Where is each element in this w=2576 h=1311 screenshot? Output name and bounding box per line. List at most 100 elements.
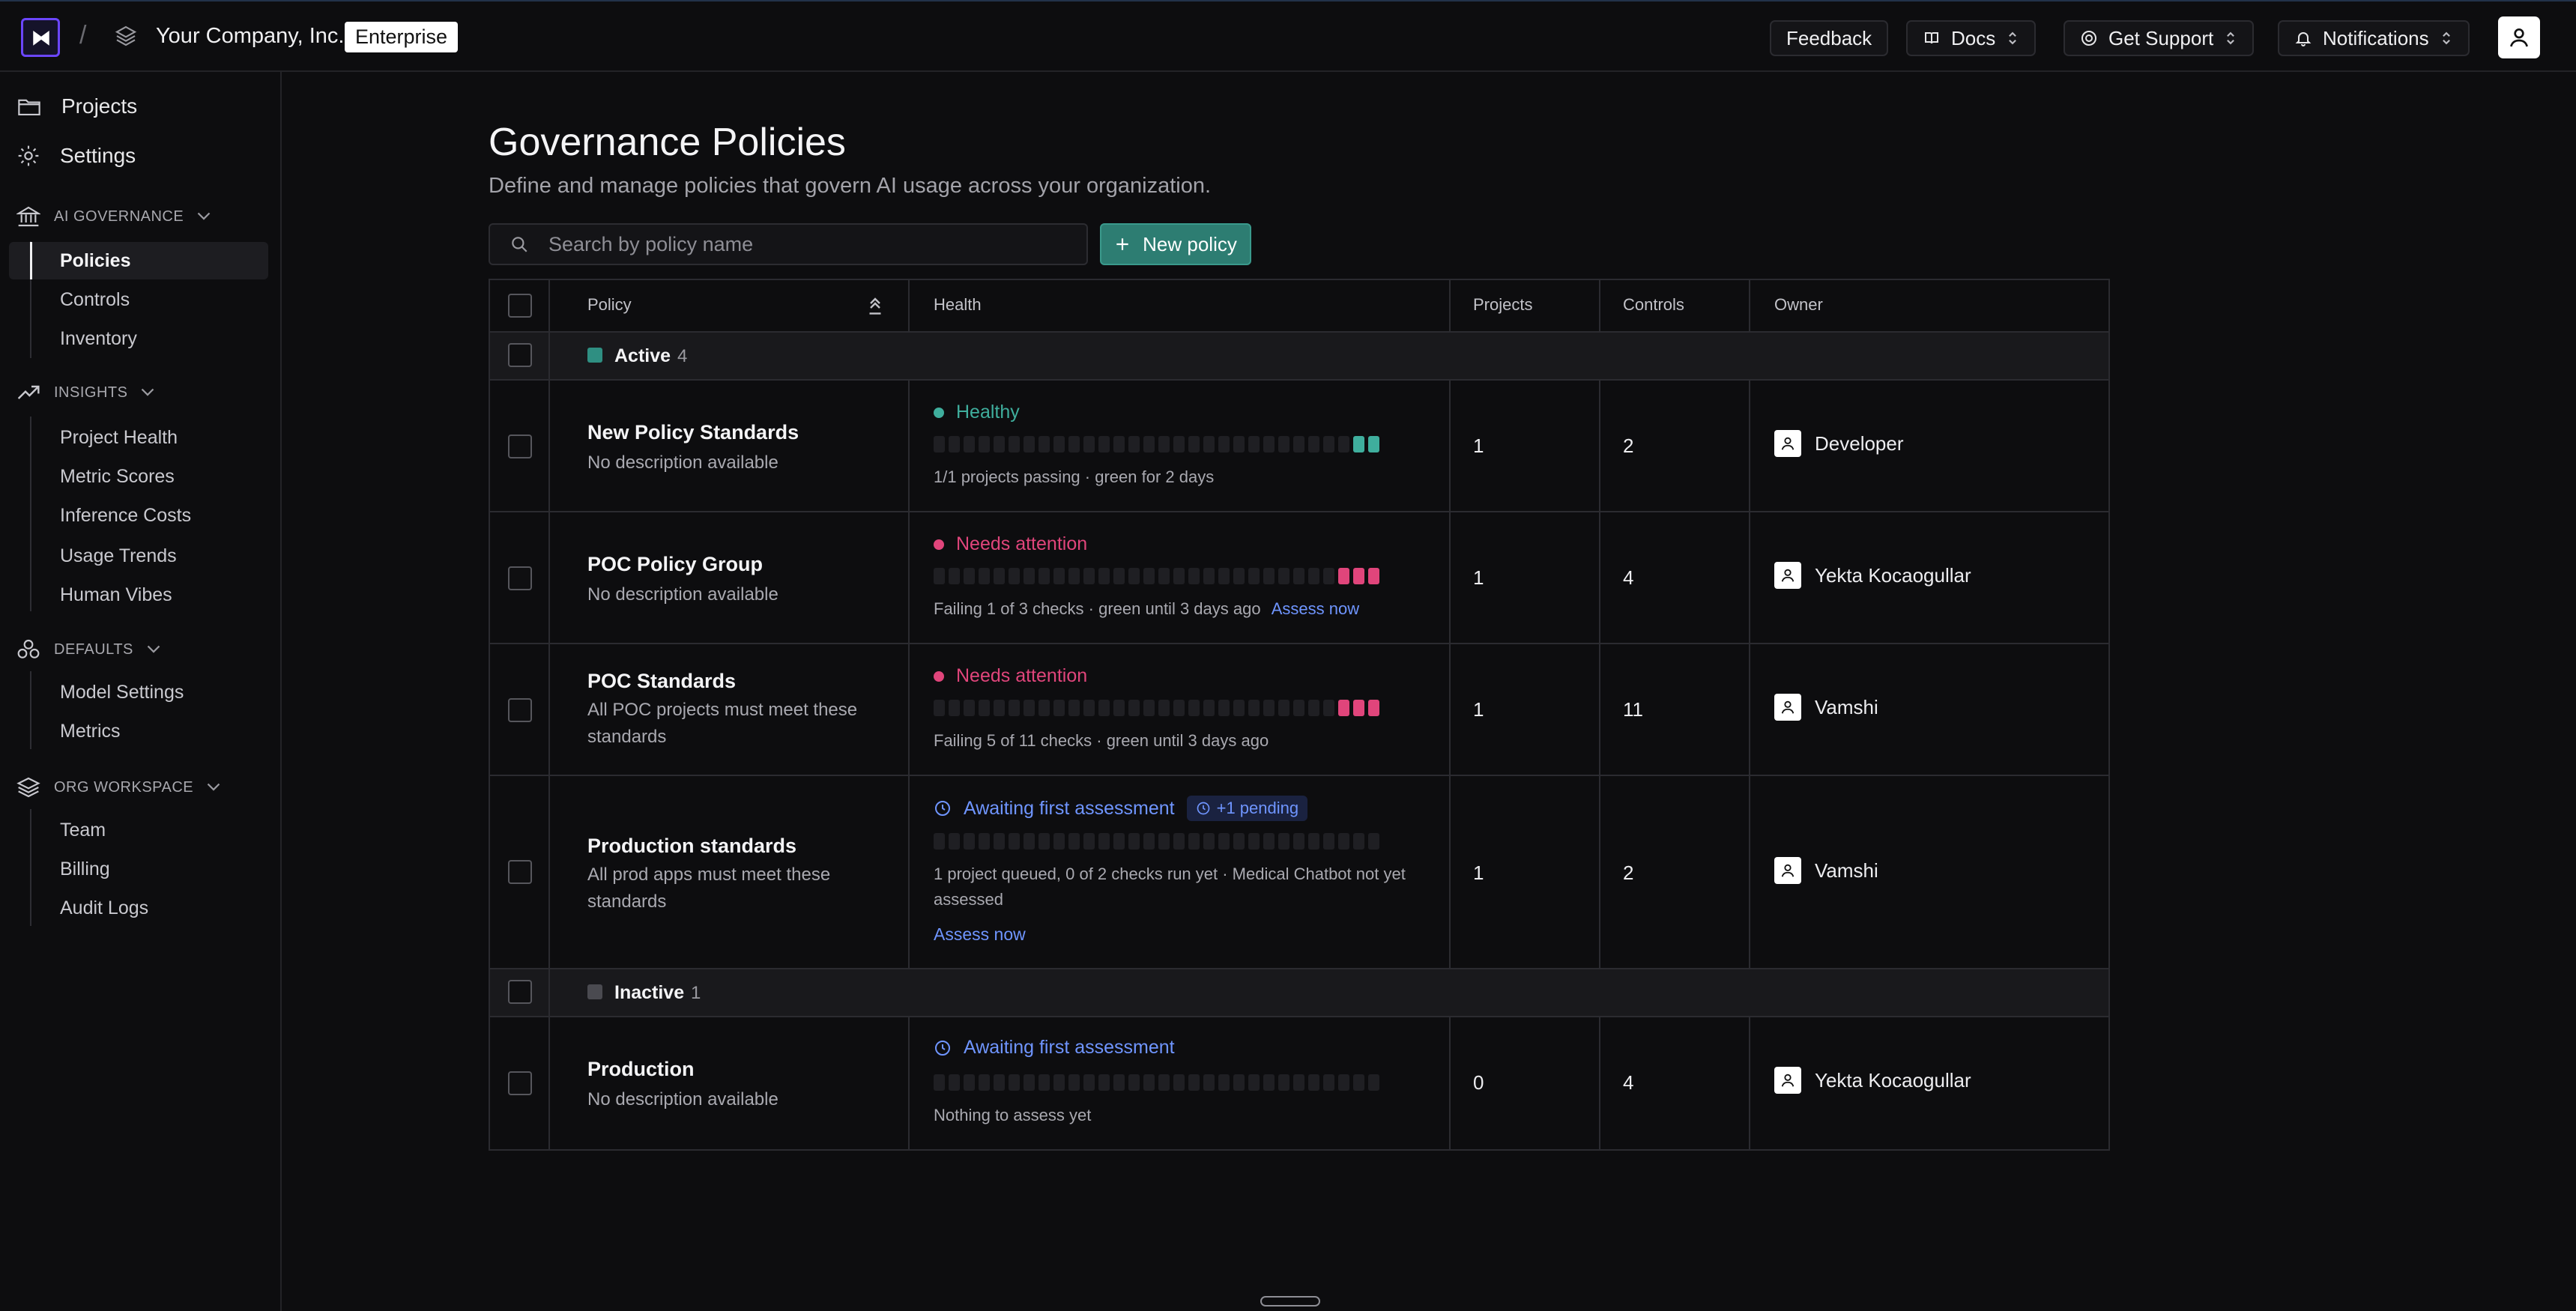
health-bar-segment [964,700,975,716]
section-ai-governance[interactable]: AI GOVERNANCE [16,205,211,228]
column-divider [1449,381,1451,511]
sidebar-item-team[interactable]: Team [60,820,106,841]
health-bar-segment [1188,833,1200,850]
assess-now-link[interactable]: Assess now [934,924,1026,945]
controls-count: 2 [1623,435,1634,457]
health-bar-segment [1278,833,1289,850]
health-bar-segment [964,1074,975,1091]
user-icon [1774,694,1801,721]
health-bar-segment [1218,1074,1230,1091]
table-row[interactable]: Production No description available Awai… [490,1017,2108,1149]
docs-button[interactable]: Docs [1906,20,2037,56]
scroll-handle[interactable] [1260,1296,1320,1307]
user-icon [1774,430,1801,457]
projects-count: 1 [1473,698,1484,721]
health-bars [934,833,1379,850]
nav-projects[interactable]: Projects [16,94,137,118]
sidebar-item-usage-trends[interactable]: Usage Trends [60,545,177,567]
table-row[interactable]: Production standards All prod apps must … [490,776,2108,968]
new-policy-button[interactable]: New policy [1100,223,1251,265]
sidebar-item-inventory[interactable]: Inventory [60,328,137,350]
health-bar-segment [1353,833,1364,850]
assess-now-link[interactable]: Assess now [1272,599,1359,618]
company-name[interactable]: Your Company, Inc. [156,24,344,49]
sidebar-item-model-settings[interactable]: Model Settings [60,682,184,703]
get-support-button[interactable]: Get Support [2063,20,2255,56]
user-avatar[interactable] [2498,16,2540,58]
column-header-controls[interactable]: Controls [1623,295,1684,315]
health-status: Healthy [934,402,1020,423]
cluster-icon [17,639,40,658]
sidebar-item-metric-scores[interactable]: Metric Scores [60,466,175,488]
table-row[interactable]: New Policy Standards No description avai… [490,381,2108,511]
section-org-workspace[interactable]: ORG WORKSPACE [16,776,220,799]
sidebar-item-controls[interactable]: Controls [60,289,130,311]
health-bar-segment [979,436,990,452]
app-logo[interactable]: ⧓ [21,18,60,57]
health-status-label: Awaiting first assessment [964,797,1175,819]
group-checkbox[interactable] [508,343,532,367]
sidebar-item-inference-costs[interactable]: Inference Costs [60,505,191,527]
sidebar-item-project-health[interactable]: Project Health [60,427,178,449]
health-status-label: Needs attention [956,533,1088,554]
row-checkbox[interactable] [508,435,532,458]
pending-badge-label: +1 pending [1216,799,1299,817]
row-checkbox[interactable] [508,566,532,590]
search-input[interactable] [548,232,1058,256]
notifications-button[interactable]: Notifications [2278,20,2470,56]
policy-name[interactable]: POC Policy Group [587,553,763,576]
policy-name[interactable]: POC Standards [587,670,736,693]
feedback-button[interactable]: Feedback [1770,20,1889,56]
policy-name[interactable]: New Policy Standards [587,421,799,444]
group-checkbox[interactable] [508,980,532,1004]
health-bar-segment [1128,700,1140,716]
page-subtitle: Define and manage policies that govern A… [489,174,1212,198]
health-bar-segment [1353,436,1364,452]
health-note-text: Failing 1 of 3 checks · green until 3 da… [934,599,1261,618]
policy-name[interactable]: Production [587,1058,695,1081]
health-bar-segment [934,833,945,850]
column-header-health[interactable]: Health [934,295,982,315]
health-bar-segment [1173,700,1185,716]
table-row[interactable]: POC Standards All POC projects must meet… [490,644,2108,775]
health-bar-segment [934,568,945,584]
chevron-down-icon [207,783,220,791]
health-bar-segment [964,833,975,850]
column-divider [1449,644,1451,775]
group-row-active[interactable]: Active 4 [490,333,2108,379]
group-row-inactive[interactable]: Inactive 1 [490,969,2108,1016]
column-header-owner[interactable]: Owner [1774,295,1823,315]
health-bar-segment [1233,436,1245,452]
column-divider [1599,644,1600,775]
health-bar-segment [1113,833,1125,850]
row-checkbox[interactable] [508,698,532,722]
sidebar-item-billing[interactable]: Billing [60,859,110,880]
health-bar-segment [949,568,960,584]
column-header-projects[interactable]: Projects [1473,295,1532,315]
health-bar-segment [1009,700,1020,716]
health-note-text: Failing 5 of 11 checks · green until 3 d… [934,731,1269,750]
column-divider [908,644,910,775]
section-insights[interactable]: INSIGHTS [16,384,154,402]
sidebar-item-audit-logs[interactable]: Audit Logs [60,897,148,919]
health-bar-segment [1308,833,1319,850]
status-dot [934,539,944,550]
row-checkbox[interactable] [508,1071,532,1095]
select-all-checkbox[interactable] [508,294,532,318]
column-header-policy[interactable]: Policy [587,295,632,315]
health-bar-segment [1173,436,1185,452]
section-defaults[interactable]: DEFAULTS [16,638,160,661]
health-bars [934,700,1379,716]
sidebar-item-policies[interactable]: Policies [60,250,131,272]
sidebar-item-metrics[interactable]: Metrics [60,721,121,742]
policy-name[interactable]: Production standards [587,835,796,858]
sidebar-item-human-vibes[interactable]: Human Vibes [60,584,172,606]
health-bar-segment [934,436,945,452]
sort-icon[interactable] [866,295,884,316]
table-row[interactable]: POC Policy Group No description availabl… [490,512,2108,643]
active-indicator [30,242,32,279]
sub-rail [30,809,31,926]
health-bar-segment [949,1074,960,1091]
row-checkbox[interactable] [508,860,532,884]
nav-settings[interactable]: Settings [16,144,136,168]
